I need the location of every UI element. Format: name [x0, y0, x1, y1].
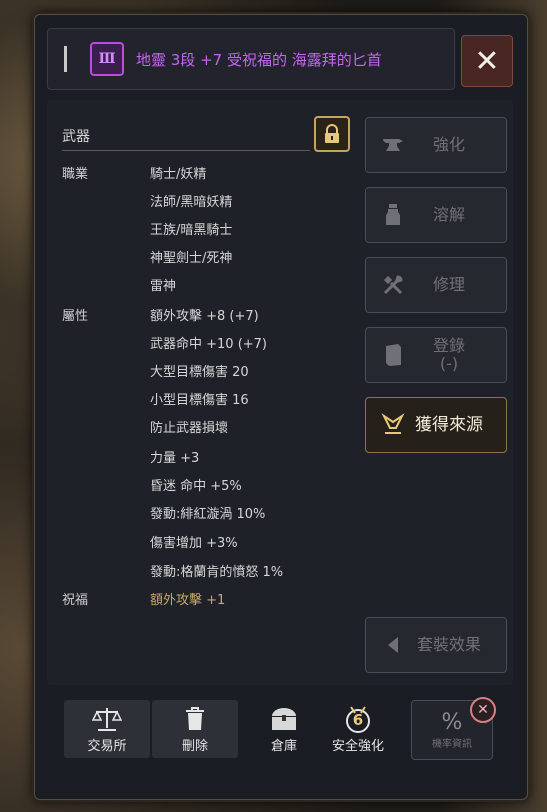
- item-header: Ⅲ 地靈 3段 +7 受祝福的 海露拜的匕首: [47, 28, 455, 90]
- dissolve-label: 溶解: [432, 205, 465, 224]
- class-value: 神聖劍士/死神: [150, 251, 233, 266]
- bless-value: 額外攻擊 +1: [150, 593, 226, 608]
- register-label: 登錄 (-): [406, 337, 506, 373]
- divider: [62, 150, 310, 151]
- dissolve-button[interactable]: 溶解: [365, 187, 507, 243]
- register-title: 登錄: [432, 336, 465, 355]
- close-icon: ✕: [474, 43, 500, 79]
- class-value: 王族/暗黑騎士: [150, 223, 233, 238]
- set-effect-button[interactable]: 套裝效果: [365, 617, 507, 673]
- repair-button[interactable]: 修理: [365, 257, 507, 313]
- close-button[interactable]: ✕: [461, 35, 513, 87]
- anvil-icon: [380, 132, 406, 158]
- attr-value: 昏迷 命中 +5%: [150, 479, 242, 494]
- tier-badge: Ⅲ: [90, 42, 124, 76]
- exchange-label: 交易所: [87, 738, 127, 754]
- attr-value: 武器命中 +10 (+7): [150, 337, 268, 352]
- enhance-button[interactable]: 強化: [365, 117, 507, 173]
- scales-icon: [92, 705, 122, 733]
- class-value: 法師/黑暗妖精: [150, 195, 233, 210]
- class-value: 騎士/妖精: [150, 167, 207, 182]
- class-label: 職業: [62, 167, 89, 182]
- trash-icon: [184, 705, 206, 733]
- storage-label: 倉庫: [270, 738, 297, 754]
- probability-info-label: 機率資訊: [432, 739, 472, 750]
- safe-enhance-label: 安全強化: [331, 738, 384, 754]
- book-icon: [380, 342, 406, 368]
- bless-label: 祝福: [62, 593, 89, 608]
- chest-icon: [269, 705, 299, 733]
- attr-value: 力量 +3: [150, 451, 200, 466]
- safe-enhance-icon: 6: [343, 705, 373, 733]
- source-icon: [380, 412, 406, 438]
- repair-label: 修理: [432, 275, 465, 294]
- attr-value: 傷害增加 +3%: [150, 536, 238, 551]
- arrow-left-icon: [380, 632, 406, 658]
- attr-value: 發動:緋紅漩渦 10%: [150, 507, 266, 522]
- enhance-label: 強化: [432, 135, 465, 154]
- register-count: (-): [439, 354, 459, 373]
- class-value: 雷神: [150, 279, 177, 294]
- set-effect-label: 套裝效果: [416, 635, 481, 654]
- safe-enhance-number: 6: [352, 710, 364, 729]
- attr-value: 防止武器損壞: [150, 421, 229, 436]
- safe-enhance-button[interactable]: 6 安全強化: [320, 700, 396, 758]
- attr-label: 屬性: [62, 309, 89, 324]
- attr-value: 額外攻擊 +8 (+7): [150, 309, 259, 324]
- lock-icon[interactable]: [314, 116, 350, 152]
- header-bar: [64, 46, 67, 72]
- delete-button[interactable]: 刪除: [152, 700, 238, 758]
- flask-icon: [380, 202, 406, 228]
- acquire-source-label: 獲得來源: [415, 415, 483, 435]
- item-title: 地靈 3段 +7 受祝福的 海露拜的匕首: [136, 50, 382, 69]
- tools-icon: [380, 272, 406, 298]
- item-category: 武器: [62, 129, 90, 145]
- register-button[interactable]: 登錄 (-): [365, 327, 507, 383]
- attr-value: 發動:格蘭肯的憤怒 1%: [150, 565, 284, 580]
- delete-label: 刪除: [181, 738, 208, 754]
- percent-icon: %: [441, 710, 463, 735]
- acquire-source-button[interactable]: 獲得來源: [365, 397, 507, 453]
- close-circle-icon[interactable]: ✕: [470, 697, 496, 723]
- attr-value: 小型目標傷害 16: [150, 393, 249, 408]
- storage-button[interactable]: 倉庫: [254, 700, 314, 758]
- exchange-button[interactable]: 交易所: [64, 700, 150, 758]
- attr-value: 大型目標傷害 20: [150, 365, 249, 380]
